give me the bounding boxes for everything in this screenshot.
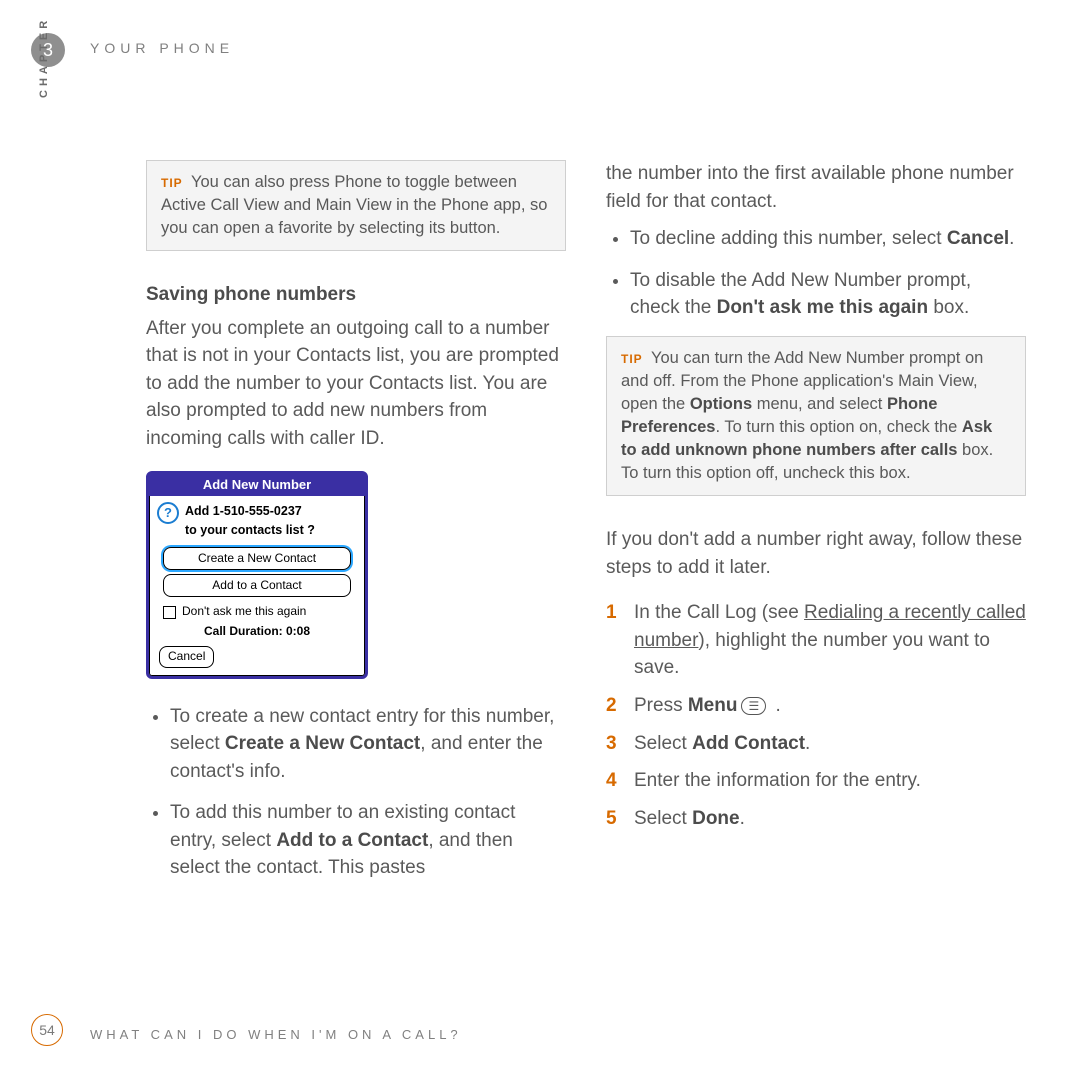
question-icon: ? xyxy=(157,502,179,524)
bold-text: Options xyxy=(690,395,752,413)
text: . xyxy=(740,808,745,829)
continuation-paragraph: the number into the first available phon… xyxy=(606,160,1026,215)
bold-text: Add to a Contact xyxy=(276,830,428,851)
text: box. xyxy=(928,297,969,318)
text: Select xyxy=(634,808,692,829)
checkbox-label: Don't ask me this again xyxy=(182,603,306,620)
left-column: TIP You can also press Phone to toggle b… xyxy=(146,160,566,896)
tip-box: TIP You can turn the Add New Number prom… xyxy=(606,336,1026,497)
list-item: To disable the Add New Number prompt, ch… xyxy=(630,267,1026,322)
step-item: 1In the Call Log (see Redialing a recent… xyxy=(606,599,1026,682)
bullet-list: To decline adding this number, select Ca… xyxy=(606,225,1026,322)
tip-box: TIP You can also press Phone to toggle b… xyxy=(146,160,566,251)
step-item: 2Press Menu☰ . xyxy=(606,692,1026,720)
step-item: 5Select Done. xyxy=(606,805,1026,833)
bold-text: Add Contact xyxy=(692,733,805,754)
checkbox-icon xyxy=(163,606,176,619)
step-text: Enter the information for the entry. xyxy=(634,767,1026,795)
steps-list: 1In the Call Log (see Redialing a recent… xyxy=(606,599,1026,832)
bullet-list: To create a new contact entry for this n… xyxy=(146,703,566,882)
menu-icon: ☰ xyxy=(741,697,766,715)
body-paragraph: After you complete an outgoing call to a… xyxy=(146,315,566,453)
text: . xyxy=(1009,228,1014,249)
dialog-title: Add New Number xyxy=(149,474,365,497)
bold-text: Menu xyxy=(688,695,738,716)
text: Select xyxy=(634,733,692,754)
step-number: 4 xyxy=(606,767,634,795)
step-number: 3 xyxy=(606,730,634,758)
body-paragraph: If you don't add a number right away, fo… xyxy=(606,526,1026,581)
right-column: the number into the first available phon… xyxy=(606,160,1026,896)
section-heading: Saving phone numbers xyxy=(146,281,566,309)
page-number-badge: 54 xyxy=(31,1014,63,1046)
dialog-body: ? Add 1-510-555-0237 to your contacts li… xyxy=(149,496,365,675)
step-text: Press Menu☰ . xyxy=(634,692,1026,720)
list-item: To add this number to an existing contac… xyxy=(170,799,566,882)
manual-page: { "header": { "chapter_number": "3", "ch… xyxy=(0,0,1080,1080)
tip-label: TIP xyxy=(621,352,643,366)
step-item: 3Select Add Contact. xyxy=(606,730,1026,758)
text: . xyxy=(805,733,810,754)
step-number: 1 xyxy=(606,599,634,682)
step-text: Select Add Contact. xyxy=(634,730,1026,758)
create-contact-button[interactable]: Create a New Contact xyxy=(163,547,351,570)
dialog-question-line1: Add 1-510-555-0237 xyxy=(185,502,315,520)
add-to-contact-button[interactable]: Add to a Contact xyxy=(163,574,351,597)
tip-text: menu, and select xyxy=(752,395,887,413)
step-text: In the Call Log (see Redialing a recentl… xyxy=(634,599,1026,682)
call-duration: Call Duration: 0:08 xyxy=(157,623,357,640)
step-number: 5 xyxy=(606,805,634,833)
text: In the Call Log (see xyxy=(634,602,804,623)
tip-text: You can also press Phone to toggle betwe… xyxy=(161,173,547,237)
content-columns: TIP You can also press Phone to toggle b… xyxy=(146,160,1046,896)
chapter-label: CHAPTER xyxy=(38,17,50,98)
text: . xyxy=(770,695,781,716)
text: Press xyxy=(634,695,688,716)
bold-text: Cancel xyxy=(947,228,1009,249)
list-item: To decline adding this number, select Ca… xyxy=(630,225,1026,253)
bold-text: Don't ask me this again xyxy=(717,297,928,318)
cancel-button[interactable]: Cancel xyxy=(159,646,214,667)
dialog-question-line2: to your contacts list ? xyxy=(185,521,315,539)
text: To decline adding this number, select xyxy=(630,228,947,249)
bold-text: Done xyxy=(692,808,740,829)
tip-text: . To turn this option on, check the xyxy=(715,418,961,436)
dialog-question: ? Add 1-510-555-0237 to your contacts li… xyxy=(157,502,357,538)
footer-title: WHAT CAN I DO WHEN I'M ON A CALL? xyxy=(90,1027,462,1042)
bold-text: Create a New Contact xyxy=(225,733,420,754)
header-title: YOUR PHONE xyxy=(90,40,234,56)
tip-label: TIP xyxy=(161,176,183,190)
step-number: 2 xyxy=(606,692,634,720)
add-number-dialog: Add New Number ? Add 1-510-555-0237 to y… xyxy=(146,471,368,679)
step-item: 4Enter the information for the entry. xyxy=(606,767,1026,795)
step-text: Select Done. xyxy=(634,805,1026,833)
dont-ask-checkbox[interactable]: Don't ask me this again xyxy=(163,603,351,620)
list-item: To create a new contact entry for this n… xyxy=(170,703,566,786)
